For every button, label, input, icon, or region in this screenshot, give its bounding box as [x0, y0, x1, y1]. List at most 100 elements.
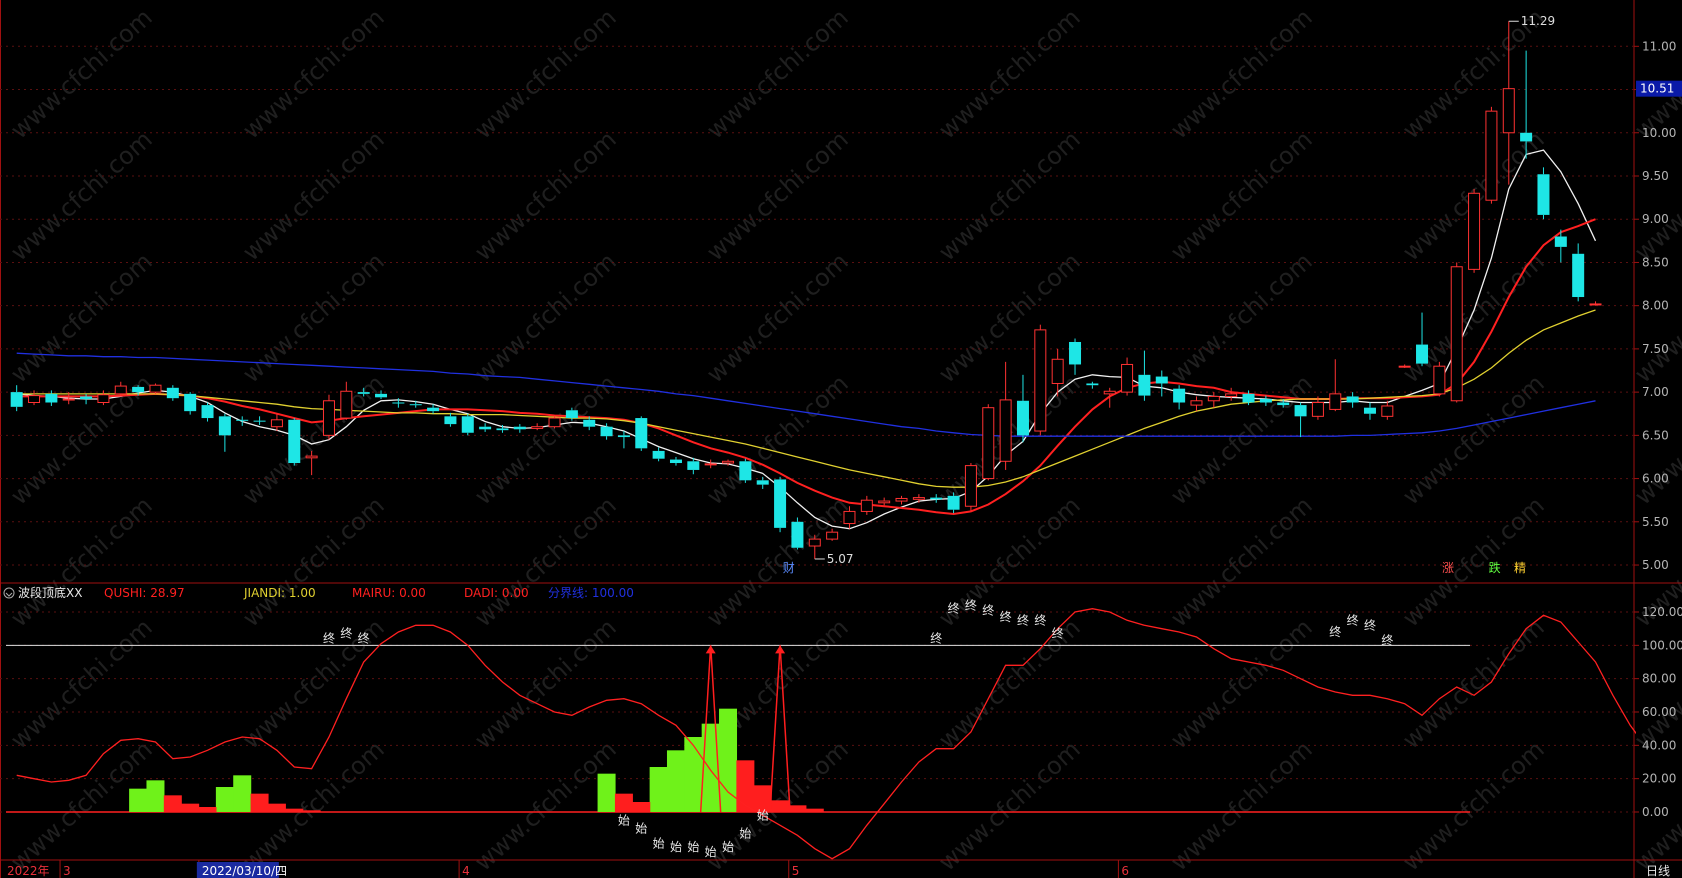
marker-label: 财: [783, 561, 795, 575]
green-bar: [701, 723, 720, 812]
price-tick-label: 11.00: [1642, 39, 1676, 53]
watermark-text: www.cfchi.com: [1397, 613, 1549, 754]
candle: [97, 390, 110, 406]
candle: [1329, 359, 1342, 412]
candle-body: [1259, 399, 1272, 403]
candle: [669, 456, 682, 466]
watermark-text: www.cfchi.com: [237, 3, 389, 144]
candle-body: [357, 392, 370, 394]
candle-body: [739, 461, 752, 481]
red-bar: [285, 808, 304, 812]
candle-body: [1398, 365, 1411, 368]
watermark-text: www.cfchi.com: [933, 735, 1085, 876]
shi-mark: 始: [635, 822, 647, 836]
zhong-mark: 终: [1364, 617, 1376, 632]
zhong-mark: 终: [323, 631, 335, 646]
candle: [1416, 312, 1429, 367]
watermark-text: www.cfchi.com: [5, 125, 157, 266]
candle-body: [1069, 341, 1082, 365]
watermark-text: www.cfchi.com: [5, 3, 157, 144]
candle-body: [340, 390, 353, 419]
candle: [1069, 338, 1082, 375]
candle: [1103, 387, 1116, 408]
candle-body: [722, 460, 735, 464]
candle: [496, 424, 509, 433]
candle-body: [1155, 376, 1168, 384]
price-tick-label: 10.00: [1642, 126, 1676, 140]
osc-tick-label: 0.00: [1642, 805, 1669, 819]
watermark-text: www.cfchi.com: [5, 247, 157, 388]
candle-body: [62, 398, 75, 401]
candle: [1190, 396, 1203, 412]
candle-body: [895, 497, 908, 502]
candle-body: [97, 394, 110, 403]
candle: [774, 476, 787, 533]
candle-body: [1121, 363, 1134, 393]
spike-arrow: [705, 645, 716, 654]
candle: [1433, 361, 1446, 397]
red-bar: [267, 803, 286, 812]
candle: [912, 494, 925, 503]
candle-body: [1016, 400, 1029, 436]
watermark-text: www.cfchi.com: [469, 3, 621, 144]
candle-body: [253, 420, 266, 422]
candle: [461, 413, 474, 436]
candle: [704, 459, 717, 469]
candle-body: [964, 465, 977, 507]
candle: [322, 394, 335, 440]
candle-body: [322, 400, 335, 436]
watermark-text: www.cfchi.com: [1165, 125, 1317, 266]
candle: [1121, 357, 1134, 396]
legend-item: DADI: 0.00: [464, 586, 529, 600]
time-label: 3: [63, 864, 71, 878]
watermark-layer: www.cfchi.com www.cfchi.com www.cfchi.com w…: [5, 3, 1682, 876]
candle: [895, 495, 908, 505]
price-tick-label: 8.00: [1642, 299, 1669, 313]
candle-body: [166, 387, 179, 399]
time-label: 2022年: [7, 864, 50, 878]
watermark-text: www.cfchi.com: [5, 491, 157, 632]
candle-body: [1520, 132, 1533, 142]
price-tick-label: 9.00: [1642, 212, 1669, 226]
legend-item: JIANDI: 1.00: [243, 586, 316, 600]
red-bar: [302, 810, 321, 812]
candle-body: [1502, 88, 1515, 134]
candle: [756, 476, 769, 489]
candle-body: [496, 428, 509, 431]
candle: [617, 431, 630, 449]
candle: [1572, 243, 1585, 302]
candle: [253, 416, 266, 425]
marker-label: 精: [1514, 561, 1526, 575]
candle-body: [132, 386, 145, 393]
candle-body: [305, 455, 318, 459]
red-bar: [788, 805, 807, 812]
green-bar: [597, 773, 616, 812]
candle: [1016, 374, 1029, 443]
candle-body: [947, 495, 960, 510]
price-tick-label: 5.50: [1642, 515, 1669, 529]
red-bar: [632, 802, 651, 812]
candle-body: [479, 426, 492, 430]
price-tick-label: 5.00: [1642, 558, 1669, 572]
candle-body: [704, 463, 717, 466]
watermark-text: www.cfchi.com: [469, 491, 621, 632]
candle: [964, 463, 977, 511]
price-tag-label: 10.51: [1640, 82, 1674, 96]
marker-label: 涨: [1442, 560, 1454, 575]
candle-body: [756, 480, 769, 485]
candle-body: [600, 426, 613, 437]
candle: [1363, 402, 1376, 420]
legend-item: MAIRU: 0.00: [352, 586, 426, 600]
time-label: 2022/03/10/四: [202, 864, 287, 878]
red-bar: [250, 793, 269, 812]
zhong-mark: 终: [1000, 609, 1012, 624]
zhong-mark: 终: [1017, 612, 1029, 627]
candle-body: [912, 497, 925, 500]
indicator-title: 波段顶底XX: [18, 585, 82, 600]
watermark-text: www.cfchi.com: [1629, 125, 1682, 266]
candle-body: [288, 419, 301, 464]
candle-body: [687, 461, 700, 470]
candle-body: [1363, 407, 1376, 414]
osc-tick-label: 120.00: [1642, 605, 1682, 619]
price-tick-label: 6.00: [1642, 472, 1669, 486]
